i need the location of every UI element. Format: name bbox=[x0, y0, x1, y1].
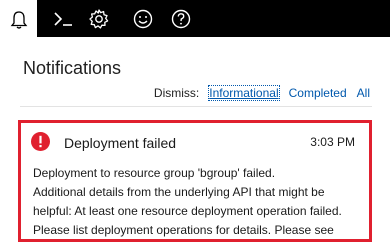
dismiss-completed-link[interactable]: Completed bbox=[289, 86, 347, 100]
gear-icon bbox=[88, 8, 108, 29]
notifications-button[interactable] bbox=[0, 0, 37, 39]
notification-body: Deployment to resource group 'bgroup' fa… bbox=[33, 164, 357, 240]
dismiss-all-link[interactable]: All bbox=[357, 86, 370, 100]
header-divider bbox=[20, 106, 372, 107]
notification-body-line: helpful: At least one resource deploymen… bbox=[33, 204, 342, 218]
dismiss-filter: Dismiss: Informational Completed All bbox=[153, 85, 370, 101]
help-icon bbox=[171, 9, 190, 28]
notification-time: 3:03 PM bbox=[310, 135, 355, 149]
notification-title: Deployment failed bbox=[64, 135, 177, 151]
page-title: Notifications bbox=[23, 58, 122, 78]
smiley-icon bbox=[133, 9, 152, 28]
notification-body-line: Additional details from the underlying A… bbox=[33, 185, 325, 199]
notification-body-line: Please list deployment operations for de… bbox=[33, 223, 334, 237]
help-button[interactable] bbox=[162, 0, 199, 37]
dismiss-informational-link[interactable]: Informational bbox=[208, 85, 280, 101]
cloud-shell-button[interactable] bbox=[44, 0, 81, 37]
feedback-button[interactable] bbox=[124, 0, 161, 37]
notification-body-line: Deployment to resource group 'bgroup' fa… bbox=[33, 166, 276, 180]
top-toolbar bbox=[0, 0, 390, 39]
bell-icon bbox=[10, 10, 27, 29]
error-icon bbox=[31, 132, 50, 151]
settings-button[interactable] bbox=[80, 0, 117, 37]
notification-card[interactable]: Deployment failed 3:03 PM Deployment to … bbox=[18, 120, 372, 242]
dismiss-label: Dismiss: bbox=[153, 86, 200, 100]
cloud-shell-icon bbox=[53, 11, 72, 26]
